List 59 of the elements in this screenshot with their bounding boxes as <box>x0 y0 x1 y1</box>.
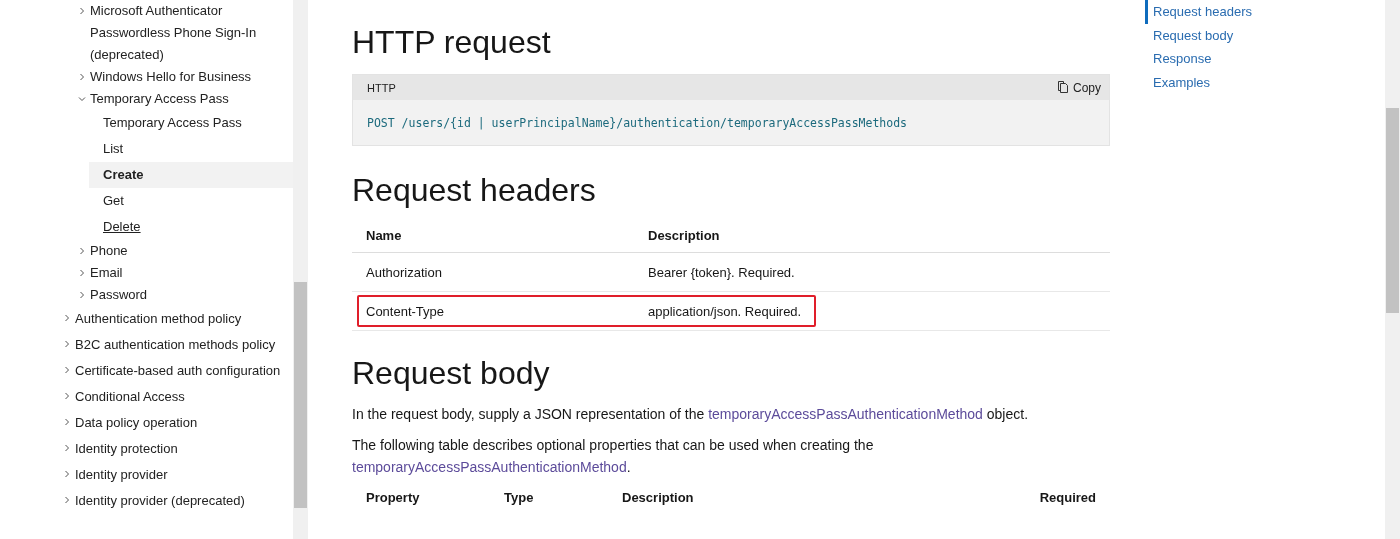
table-cell: Bearer {token}. Required. <box>634 252 1110 292</box>
column-header: Name <box>352 218 634 253</box>
section-heading: Request body <box>352 354 551 393</box>
column-header: Description <box>634 218 1110 253</box>
chevron-icon <box>63 340 71 348</box>
chevron-icon <box>63 496 71 504</box>
nav-item[interactable]: Identity provider (deprecated) <box>0 488 293 514</box>
table-cell: application/json. Required. <box>634 291 1110 331</box>
chevron-icon <box>78 7 86 15</box>
nav-item[interactable]: Microsoft Authenticator Passwordless Phone Sign-In (deprecated) <box>0 0 293 66</box>
code-text: POST /users/{id | userPrincipalName}/authentication/temporaryAccessPassMethods <box>367 116 908 130</box>
table-cell: Content-Type <box>352 291 634 331</box>
nav-item[interactable]: Password <box>0 284 293 306</box>
chevron-icon <box>63 314 71 322</box>
nav-item[interactable]: Authentication method policy <box>0 306 293 332</box>
link[interactable]: temporaryAccessPassAuthenticationMethod <box>352 459 627 475</box>
nav-item[interactable]: Data policy operation <box>0 410 293 436</box>
section-heading: HTTP request <box>352 23 552 62</box>
chevron-icon <box>63 418 71 426</box>
scrollbar-thumb[interactable] <box>294 282 307 508</box>
nav-item[interactable]: B2C authentication methods policy <box>0 332 293 358</box>
copy-button[interactable]: Copy <box>1057 80 1101 95</box>
table-cell: Authorization <box>352 252 634 292</box>
nav-item[interactable]: List <box>89 136 293 162</box>
paragraph: The following table describes optional properties that can be used when creating the temporaryAccessPassAuthenticationMethod. <box>352 436 875 477</box>
chevron-icon <box>63 444 71 452</box>
nav-item[interactable]: Create <box>89 162 293 188</box>
nav-item[interactable]: Conditional Access <box>0 384 293 410</box>
toc-link[interactable]: Response <box>1145 47 1383 71</box>
column-header: Description <box>621 488 695 507</box>
toc-link[interactable]: Examples <box>1145 70 1383 94</box>
paragraph: In the request body, supply a JSON representation of the temporaryAccessPassAuthenticationMethod object. <box>352 405 1030 424</box>
chevron-icon <box>78 247 86 255</box>
chevron-icon <box>63 392 71 400</box>
scrollbar-thumb[interactable] <box>1386 108 1399 313</box>
nav-item[interactable]: Windows Hello for Business <box>0 66 293 88</box>
nav-item[interactable]: Identity protection <box>0 436 293 462</box>
toc-link[interactable]: Request body <box>1145 23 1383 47</box>
copy-icon <box>1057 81 1069 94</box>
column-header: Type <box>503 488 535 507</box>
chevron-icon <box>78 73 86 81</box>
chevron-icon <box>78 291 86 299</box>
link[interactable]: temporaryAccessPassAuthenticationMethod <box>708 406 983 422</box>
nav-item[interactable]: Get <box>89 188 293 214</box>
nav-item[interactable]: Certificate-based auth configuration <box>0 358 293 384</box>
nav-item[interactable]: Temporary Access Pass <box>0 88 293 110</box>
chevron-icon <box>78 95 86 103</box>
nav-item[interactable]: Identity provider <box>0 462 293 488</box>
section-heading: Request headers <box>352 171 597 210</box>
nav-item[interactable]: Email <box>0 262 293 284</box>
chevron-icon <box>78 269 86 277</box>
column-header: Required <box>1038 488 1097 507</box>
chevron-icon <box>63 470 71 478</box>
nav-item[interactable]: Temporary Access Pass <box>89 110 293 136</box>
nav-item[interactable]: Phone <box>0 240 293 262</box>
chevron-icon <box>63 366 71 374</box>
nav-item[interactable]: Delete <box>89 214 293 240</box>
column-header: Property <box>365 488 421 507</box>
code-language: HTTP <box>367 81 396 94</box>
